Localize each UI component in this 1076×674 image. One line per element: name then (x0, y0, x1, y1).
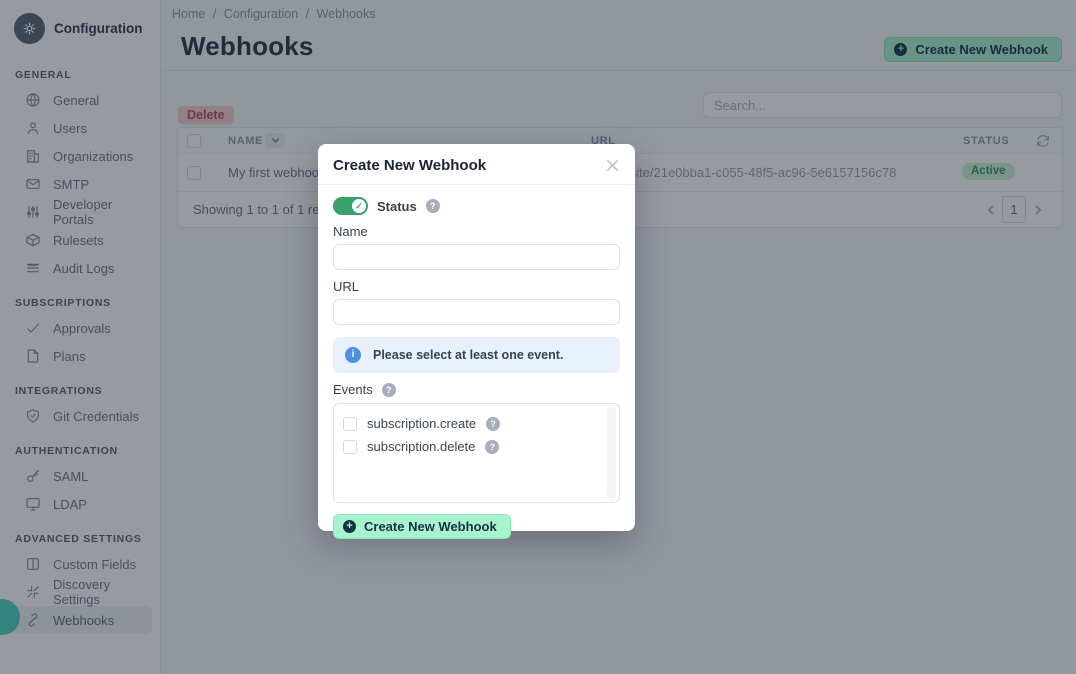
webhook-url-input[interactable] (333, 299, 620, 325)
event-selection-alert: i Please select at least one event. (333, 337, 620, 373)
info-icon: i (345, 347, 361, 363)
subscription-delete-checkbox[interactable] (343, 440, 357, 454)
name-label: Name (333, 224, 620, 239)
modal-create-webhook-button-label: Create New Webhook (364, 519, 497, 534)
subscription-create-checkbox[interactable] (343, 417, 357, 431)
event-option-subscription-create: subscription.create ? (343, 412, 610, 435)
event-help-icon[interactable]: ? (486, 417, 500, 431)
events-list: subscription.create ? subscription.delet… (333, 403, 620, 503)
app-window: Configuration GENERAL General Users Orga… (0, 0, 1076, 674)
event-option-subscription-delete: subscription.delete ? (343, 435, 610, 458)
url-label: URL (333, 279, 620, 294)
toggle-check-icon: ✓ (352, 199, 366, 213)
events-label-row: Events ? (333, 382, 620, 397)
event-label: subscription.delete (367, 439, 475, 454)
close-icon[interactable] (605, 158, 620, 173)
alert-message: Please select at least one event. (373, 348, 563, 362)
status-help-icon[interactable]: ? (426, 199, 440, 213)
event-help-icon[interactable]: ? (485, 440, 499, 454)
status-label: Status (377, 199, 417, 214)
events-help-icon[interactable]: ? (382, 383, 396, 397)
webhook-name-input[interactable] (333, 244, 620, 270)
events-label: Events (333, 382, 373, 397)
modal-header: Create New Webhook (318, 144, 635, 184)
modal-create-webhook-button[interactable]: + Create New Webhook (333, 514, 511, 539)
events-scrollbar[interactable] (607, 407, 616, 499)
modal-title: Create New Webhook (333, 157, 486, 174)
status-toggle[interactable]: ✓ (333, 197, 368, 215)
event-label: subscription.create (367, 416, 476, 431)
create-webhook-modal: Create New Webhook ✓ Status ? Name URL i… (318, 144, 635, 531)
modal-body: ✓ Status ? Name URL i Please select at l… (318, 185, 635, 539)
plus-icon: + (343, 520, 356, 533)
status-toggle-row: ✓ Status ? (333, 197, 620, 215)
